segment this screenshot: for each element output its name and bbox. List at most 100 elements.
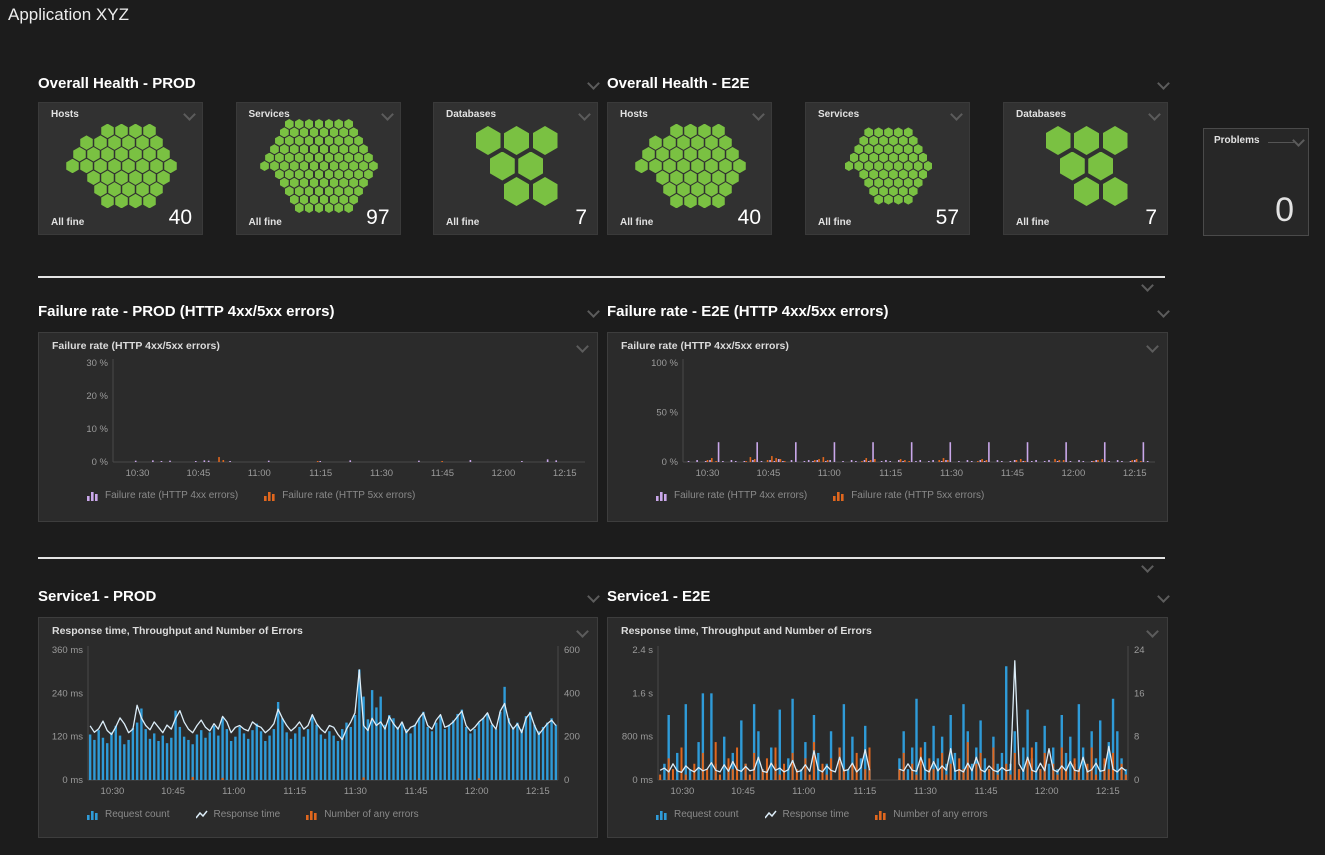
hexagon-entity bbox=[1046, 126, 1071, 155]
bar-series-icon bbox=[87, 810, 99, 820]
failure-rate-prod-chart-tile[interactable]: Failure rate (HTTP 4xx/5xx errors) 30 %2… bbox=[38, 332, 598, 522]
failure-rate-e2e-chart-tile[interactable]: Failure rate (HTTP 4xx/5xx errors) 100 %… bbox=[607, 332, 1168, 522]
svg-text:11:45: 11:45 bbox=[431, 468, 454, 479]
chevron-down-icon[interactable] bbox=[576, 340, 589, 353]
chevron-down-icon[interactable] bbox=[587, 77, 600, 90]
hexagon-entity bbox=[349, 178, 358, 188]
svg-text:360 ms: 360 ms bbox=[52, 645, 83, 656]
hexagon-entity bbox=[290, 178, 299, 188]
hexagon-entity bbox=[904, 127, 913, 137]
hexagon-entity bbox=[136, 135, 149, 150]
hexagon-entity bbox=[663, 159, 676, 174]
legend-item[interactable]: Number of any errors bbox=[306, 809, 418, 820]
hexagon-entity bbox=[315, 186, 324, 196]
chart-plot[interactable]: 30 %20 %10 %0 %10:3010:4511:0011:1511:30… bbox=[50, 354, 586, 488]
hexagon-entity bbox=[1074, 126, 1099, 155]
hexagon-entity bbox=[295, 153, 304, 163]
svg-text:10:45: 10:45 bbox=[731, 786, 755, 797]
chevron-down-icon[interactable] bbox=[587, 305, 600, 318]
chevron-down-icon[interactable] bbox=[587, 590, 600, 603]
problems-sparkline-placeholder bbox=[1268, 142, 1294, 143]
hexagon-entity bbox=[300, 161, 309, 171]
collapse-chevron-icon[interactable] bbox=[1141, 560, 1154, 573]
svg-text:100 %: 100 % bbox=[651, 358, 678, 369]
health-tile-hosts[interactable]: HostsAll fine40 bbox=[607, 102, 772, 235]
hexagon-entity bbox=[94, 159, 107, 174]
hexagon-entity bbox=[677, 159, 690, 174]
svg-text:11:15: 11:15 bbox=[853, 786, 876, 797]
chevron-down-icon[interactable] bbox=[752, 108, 765, 121]
bar-series-icon bbox=[656, 491, 668, 501]
hexagon-entity bbox=[874, 127, 883, 137]
hexagon-entity bbox=[305, 169, 314, 179]
hexagon-entity bbox=[733, 159, 746, 174]
health-tile-services[interactable]: ServicesAll fine57 bbox=[805, 102, 970, 235]
hexagon-entity bbox=[310, 195, 319, 205]
chart-plot[interactable]: 100 %50 %0 %10:3010:4511:0011:1511:3011:… bbox=[620, 354, 1156, 488]
legend-item[interactable]: Number of any errors bbox=[875, 809, 987, 820]
chevron-down-icon[interactable] bbox=[183, 108, 196, 121]
health-tile-databases[interactable]: DatabasesAll fine7 bbox=[1003, 102, 1168, 235]
health-tile-services[interactable]: ServicesAll fine97 bbox=[236, 102, 401, 235]
legend-item[interactable]: Request count bbox=[656, 809, 739, 820]
chevron-down-icon[interactable] bbox=[1157, 305, 1170, 318]
hexagon-entity bbox=[874, 195, 883, 205]
legend-item[interactable]: Failure rate (HTTP 5xx errors) bbox=[264, 490, 415, 501]
hexagon-entity bbox=[115, 147, 128, 162]
section-overall-health-e2e: Overall Health - E2E HostsAll fine40Serv… bbox=[607, 72, 1168, 235]
tile-status: All fine bbox=[1016, 217, 1049, 228]
chevron-down-icon[interactable] bbox=[1292, 134, 1305, 147]
chevron-down-icon[interactable] bbox=[576, 625, 589, 638]
service1-e2e-chart-tile[interactable]: Response time, Throughput and Number of … bbox=[607, 617, 1168, 838]
chevron-down-icon[interactable] bbox=[1157, 77, 1170, 90]
chevron-down-icon[interactable] bbox=[1146, 625, 1159, 638]
chevron-down-icon[interactable] bbox=[381, 108, 394, 121]
chevron-down-icon[interactable] bbox=[950, 108, 963, 121]
tile-status: All fine bbox=[249, 217, 282, 228]
hexagon-entity bbox=[533, 126, 558, 155]
chart-plot[interactable]: 360 ms240 ms120 ms0 ms600400200010:3010:… bbox=[50, 639, 586, 807]
svg-text:0 ms: 0 ms bbox=[632, 775, 653, 786]
chart-plot[interactable]: 2.4 s1.6 s800 ms0 ms24168010:3010:4511:0… bbox=[620, 639, 1156, 807]
hexagon-entity bbox=[894, 195, 903, 205]
chevron-down-icon[interactable] bbox=[1148, 108, 1161, 121]
hexagon-entity bbox=[859, 153, 868, 163]
tile-status: All fine bbox=[446, 217, 479, 228]
svg-text:10:30: 10:30 bbox=[126, 468, 150, 479]
hexagon-entity bbox=[698, 124, 711, 139]
chevron-down-icon[interactable] bbox=[1146, 340, 1159, 353]
health-tile-databases[interactable]: DatabasesAll fine7 bbox=[433, 102, 598, 235]
line-series-icon bbox=[196, 810, 208, 820]
hexagon-entity bbox=[359, 161, 368, 171]
hexagon-entity bbox=[864, 178, 873, 188]
svg-text:11:00: 11:00 bbox=[222, 786, 245, 797]
svg-text:50 %: 50 % bbox=[656, 408, 678, 419]
hexagon-entity bbox=[719, 159, 732, 174]
hexagon-entity bbox=[909, 186, 918, 196]
hexagon-entity bbox=[108, 135, 121, 150]
legend-item[interactable]: Response time bbox=[765, 809, 850, 820]
legend-label: Number of any errors bbox=[893, 809, 987, 820]
section-failure-rate-e2e: Failure rate - E2E (HTTP 4xx/5xx errors)… bbox=[607, 300, 1168, 522]
hexagon-entity bbox=[726, 170, 739, 185]
hexagon-entity bbox=[285, 119, 294, 129]
legend-item[interactable]: Failure rate (HTTP 4xx errors) bbox=[656, 490, 807, 501]
legend-item[interactable]: Request count bbox=[87, 809, 170, 820]
health-tile-hosts[interactable]: HostsAll fine40 bbox=[38, 102, 203, 235]
hexagon-entity bbox=[698, 170, 711, 185]
collapse-chevron-icon[interactable] bbox=[1141, 279, 1154, 292]
legend-label: Failure rate (HTTP 4xx errors) bbox=[674, 490, 807, 501]
hexagon-entity bbox=[691, 159, 704, 174]
hexagon-entity bbox=[115, 124, 128, 139]
legend-item[interactable]: Failure rate (HTTP 5xx errors) bbox=[833, 490, 984, 501]
legend-item[interactable]: Response time bbox=[196, 809, 281, 820]
chevron-down-icon[interactable] bbox=[578, 108, 591, 121]
chart-legend: Request count Response time Number of any … bbox=[608, 809, 1167, 820]
hexagon-entity bbox=[364, 153, 373, 163]
service1-prod-chart-tile[interactable]: Response time, Throughput and Number of … bbox=[38, 617, 598, 838]
problems-tile[interactable]: Problems 0 bbox=[1203, 128, 1309, 236]
hexagon-entity bbox=[285, 153, 294, 163]
legend-item[interactable]: Failure rate (HTTP 4xx errors) bbox=[87, 490, 238, 501]
hexagon-entity bbox=[684, 147, 697, 162]
chevron-down-icon[interactable] bbox=[1157, 590, 1170, 603]
